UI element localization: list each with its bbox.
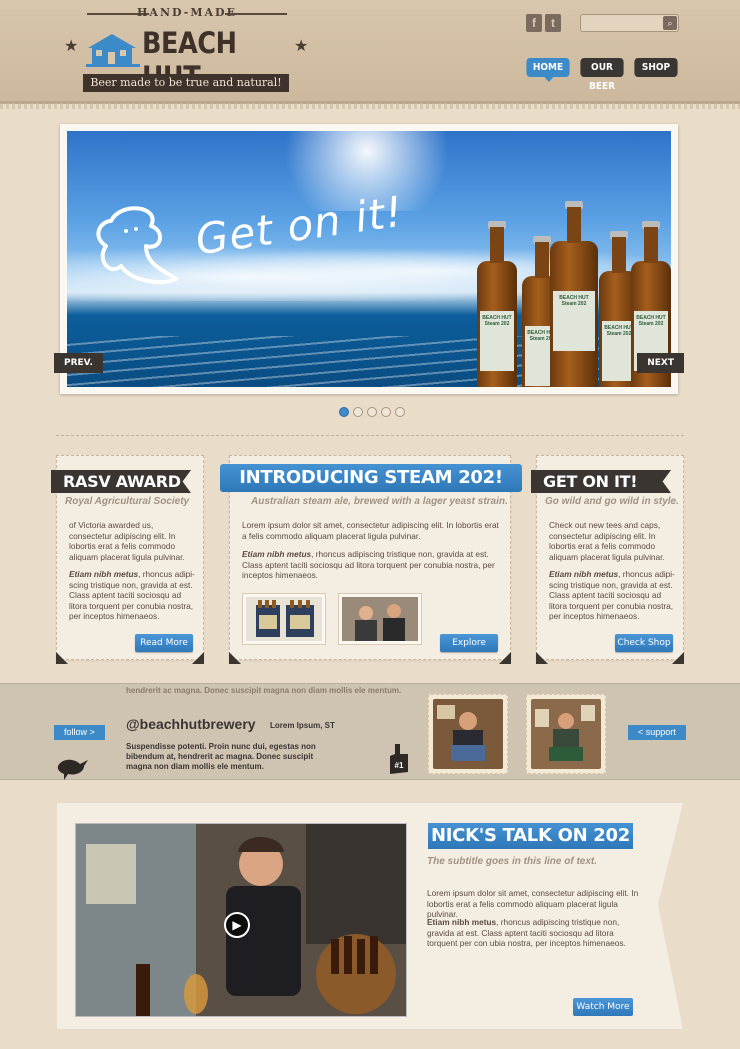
- hut-icon: [86, 34, 140, 67]
- card-subtitle: Royal Agricultural Society: [65, 496, 190, 507]
- card-title: INTRODUCING STEAM 202!: [220, 464, 522, 492]
- previous-tweet: hendrerit ac magna. Donec suscipit magna…: [126, 686, 402, 695]
- card-body: of Victoria awarded us, consectetur adip…: [69, 520, 185, 562]
- search-input[interactable]: [581, 17, 661, 34]
- slider-dot[interactable]: [367, 407, 377, 417]
- card-steam-202: INTRODUCING STEAM 202! Australian steam …: [220, 455, 522, 664]
- check-shop-button[interactable]: Check Shop: [615, 634, 673, 652]
- divider: [56, 435, 684, 436]
- main-nav: HOME OUR BEER SHOP: [524, 58, 680, 92]
- bird-icon: [57, 759, 88, 780]
- slider-pagination: [339, 407, 405, 417]
- slider-dot[interactable]: [381, 407, 391, 417]
- brand-logo[interactable]: HAND-MADE ★ BEACH HUT ★ Beer made to be …: [62, 6, 312, 94]
- card-rasv-award: RASV AWARD Royal Agricultural Society of…: [51, 455, 204, 664]
- card-subtitle: Australian steam ale, brewed with a lage…: [251, 496, 508, 507]
- logo-rule: [225, 13, 287, 15]
- video-feature-card: ▶ NICK'S TALK ON 202 The subtitle goes i…: [57, 803, 683, 1029]
- event-thumbnail[interactable]: [338, 593, 422, 645]
- search-icon[interactable]: ⌕: [663, 16, 677, 30]
- slider-dot[interactable]: [395, 407, 405, 417]
- card-body-2: Etiam nibh metus, rhoncus adipiscing tri…: [242, 549, 495, 580]
- card-body-2: Etiam nibh metus, rhoncus adipi-scing tr…: [549, 569, 675, 621]
- card-title: GET ON IT!: [531, 470, 671, 493]
- corner-fold: [499, 652, 511, 664]
- video-title: NICK'S TALK ON 202: [428, 823, 633, 849]
- gallery-photo[interactable]: [428, 694, 508, 774]
- read-more-button[interactable]: Read More: [135, 634, 193, 652]
- card-body-2: Etiam nibh metus, rhoncus adipi-scing tr…: [69, 569, 195, 621]
- video-subtitle: The subtitle goes in this line of text.: [427, 856, 598, 867]
- facebook-icon[interactable]: f: [526, 14, 542, 32]
- logo-tagline: Beer made to be true and natural!: [83, 74, 289, 92]
- corner-fold: [672, 652, 684, 664]
- tweet-text: Suspendisse potenti. Proin nunc dui, ege…: [126, 742, 316, 771]
- product-thumbnail[interactable]: [242, 593, 326, 645]
- card-body: Check out new tees and caps, consectetur…: [549, 520, 665, 562]
- corner-fold: [192, 652, 204, 664]
- twitter-icon[interactable]: t: [545, 14, 561, 32]
- beer-bottle: BEACH HUT Steam 202: [477, 221, 517, 387]
- brewer-photo-image: [531, 699, 601, 769]
- hero-slide: Get on it! BEACH HUT Steam 202 BEACH HUT…: [67, 131, 671, 387]
- slider-dot[interactable]: [353, 407, 363, 417]
- card-get-on-it: GET ON IT! Go wild and go wild in style.…: [531, 455, 684, 664]
- card-title: RASV AWARD: [51, 470, 191, 493]
- video-body-2: Etiam nibh metus, rhoncus adipiscing tri…: [427, 917, 626, 948]
- twitter-feed-band: hendrerit ac magna. Donec suscipit magna…: [0, 683, 740, 780]
- star-icon: ★: [64, 38, 79, 55]
- nav-home[interactable]: HOME: [526, 58, 570, 82]
- beer-bottle: BEACH HUT Steam 202: [550, 201, 598, 387]
- follow-button[interactable]: follow >: [54, 725, 105, 740]
- corner-fold: [536, 652, 548, 664]
- card-subtitle: Go wild and go wild in style.: [545, 496, 679, 507]
- foam-finger-icon: #1: [390, 744, 408, 774]
- search-box: ⌕: [580, 14, 679, 34]
- brewer-photo-image: [433, 699, 503, 769]
- slider-next-button[interactable]: NEXT: [637, 353, 684, 373]
- gallery-photo[interactable]: [526, 694, 606, 774]
- hero-slider: Get on it! BEACH HUT Steam 202 BEACH HUT…: [54, 124, 684, 394]
- watch-more-button[interactable]: Watch More: [573, 998, 633, 1016]
- slider-dot[interactable]: [339, 407, 349, 417]
- tweet-meta: Lorem Ipsum, ST: [270, 721, 335, 730]
- play-icon[interactable]: ▶: [224, 912, 250, 938]
- support-button[interactable]: < support: [628, 725, 686, 740]
- nav-our-beer[interactable]: OUR BEER: [580, 58, 624, 92]
- six-pack-image: [246, 597, 322, 641]
- brewers-photo-image: [342, 597, 418, 641]
- explore-button[interactable]: Explore: [440, 634, 498, 652]
- social-links: f t: [526, 14, 561, 32]
- star-icon: ★: [294, 38, 309, 55]
- video-body: Lorem ipsum dolor sit amet, consectetur …: [427, 888, 639, 919]
- nav-shop[interactable]: SHOP: [634, 58, 678, 77]
- card-body: Lorem ipsum dolor sit amet, consectetur …: [242, 520, 499, 541]
- video-player[interactable]: ▶: [75, 823, 407, 1017]
- corner-fold: [229, 652, 241, 664]
- ghost-doodle-icon: [96, 206, 178, 285]
- site-header: HAND-MADE ★ BEACH HUT ★ Beer made to be …: [0, 0, 740, 109]
- twitter-handle[interactable]: @beachhutbrewery: [126, 716, 256, 732]
- svg-text:#1: #1: [395, 761, 404, 770]
- corner-fold: [56, 652, 68, 664]
- slider-prev-button[interactable]: PREV.: [54, 353, 103, 373]
